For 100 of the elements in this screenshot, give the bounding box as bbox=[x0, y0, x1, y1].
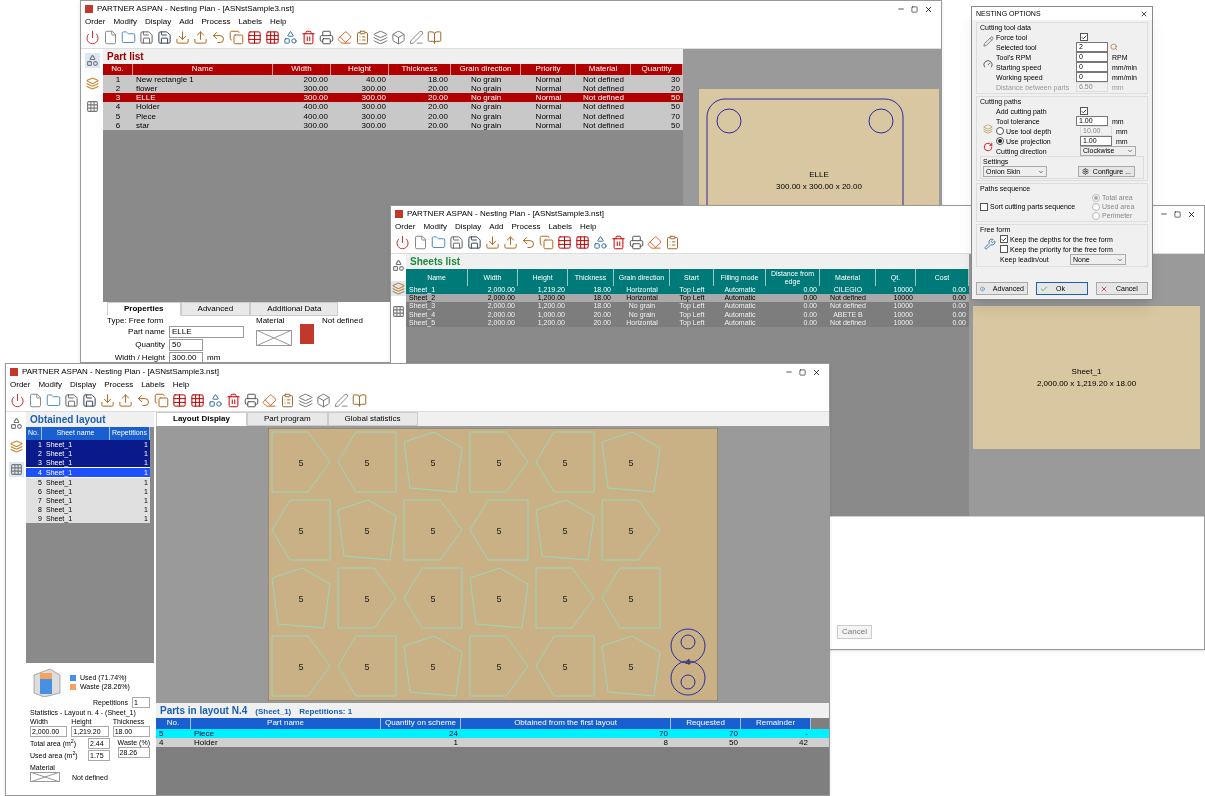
menu-item[interactable]: Order bbox=[85, 18, 106, 26]
undo-icon[interactable] bbox=[521, 235, 536, 250]
menu-item[interactable]: Process bbox=[104, 381, 134, 389]
parts-icon[interactable] bbox=[85, 54, 99, 67]
eraser-icon[interactable] bbox=[262, 393, 277, 408]
menu-item[interactable]: Process bbox=[511, 223, 541, 231]
copy-icon[interactable] bbox=[154, 393, 169, 408]
power-icon[interactable] bbox=[10, 393, 25, 408]
table-row[interactable]: 5 Piece 24 70 70 - bbox=[156, 728, 829, 738]
menu-item[interactable]: Add bbox=[179, 18, 194, 26]
table-row[interactable]: 4 Holder 1 8 50 42 bbox=[156, 738, 829, 748]
tab[interactable]: Global statistics bbox=[327, 412, 418, 426]
table-icon[interactable] bbox=[557, 235, 572, 250]
import-icon[interactable] bbox=[175, 30, 190, 45]
printer-icon[interactable] bbox=[629, 235, 644, 250]
menu-item[interactable]: Process bbox=[201, 18, 231, 26]
export-icon[interactable] bbox=[503, 235, 518, 250]
menu-item[interactable]: Order bbox=[10, 381, 31, 389]
pen-icon[interactable] bbox=[334, 393, 349, 408]
undo-icon[interactable] bbox=[211, 30, 226, 45]
layers-icon[interactable] bbox=[298, 393, 313, 408]
delete-icon[interactable] bbox=[226, 393, 241, 408]
undo-icon[interactable] bbox=[136, 393, 151, 408]
delete-icon[interactable] bbox=[611, 235, 626, 250]
layers-icon[interactable] bbox=[373, 30, 388, 45]
cancel-button[interactable]: Cancel bbox=[837, 625, 872, 639]
close-icon[interactable] bbox=[924, 4, 933, 14]
book-icon[interactable] bbox=[427, 30, 442, 45]
save-icon[interactable] bbox=[139, 30, 154, 45]
box-icon[interactable] bbox=[316, 393, 331, 408]
input-field[interactable]: ELLE bbox=[169, 326, 244, 338]
table-row[interactable]: 5 Piece 400.00 300.00 20.00 No grain Normal Not defined 70 bbox=[103, 111, 683, 121]
sheets-icon[interactable] bbox=[85, 77, 99, 90]
table-row[interactable]: 2 flower 300.00 300.00 20.00 No grain Normal Not defined 20 bbox=[103, 84, 683, 94]
tab[interactable]: Part program bbox=[246, 412, 328, 426]
menu-item[interactable]: Help bbox=[172, 381, 190, 389]
table-row[interactable]: 1 New rectangle 1 200.00 40.00 18.00 No grain Normal Not defined 30 bbox=[103, 74, 683, 84]
checkbox[interactable] bbox=[1000, 235, 1008, 243]
export-icon[interactable] bbox=[193, 30, 208, 45]
tab[interactable]: Additional Data bbox=[250, 302, 339, 316]
printer-icon[interactable] bbox=[244, 393, 259, 408]
shapes-icon[interactable] bbox=[283, 30, 298, 45]
menu-item[interactable]: Help bbox=[269, 18, 287, 26]
menu-item[interactable]: Modify bbox=[113, 18, 137, 26]
table-row[interactable]: 4 Holder 400.00 300.00 20.00 No grain Normal Not defined 50 bbox=[103, 102, 683, 112]
import-icon[interactable] bbox=[485, 235, 500, 250]
close-icon[interactable] bbox=[1140, 9, 1148, 18]
save-icon[interactable] bbox=[82, 393, 97, 408]
menu-item[interactable]: Labels bbox=[548, 223, 572, 231]
shapes-icon[interactable] bbox=[593, 235, 608, 250]
menu-item[interactable]: Display bbox=[70, 381, 97, 389]
document-icon[interactable] bbox=[413, 235, 428, 250]
menu-item[interactable]: Modify bbox=[38, 381, 62, 389]
tab[interactable]: Layout Display bbox=[156, 412, 247, 426]
copy-icon[interactable] bbox=[229, 30, 244, 45]
layout-icon[interactable] bbox=[85, 100, 99, 113]
power-icon[interactable] bbox=[85, 30, 100, 45]
save-icon[interactable] bbox=[467, 235, 482, 250]
copy-icon[interactable] bbox=[539, 235, 554, 250]
folder-icon[interactable] bbox=[431, 235, 446, 250]
maximize-icon[interactable] bbox=[1174, 210, 1181, 218]
import-icon[interactable] bbox=[100, 393, 115, 408]
clipboard-icon[interactable] bbox=[355, 30, 370, 45]
menu-item[interactable]: Display bbox=[455, 223, 482, 231]
power-icon[interactable] bbox=[395, 235, 410, 250]
tab[interactable]: Advanced bbox=[180, 302, 251, 316]
save-icon[interactable] bbox=[157, 30, 172, 45]
column-header[interactable]: Name bbox=[191, 65, 214, 74]
book-icon[interactable] bbox=[352, 393, 367, 408]
minimize-icon[interactable] bbox=[1160, 210, 1168, 218]
grid-icon[interactable] bbox=[265, 30, 280, 45]
pen-icon[interactable] bbox=[409, 30, 424, 45]
grid-icon[interactable] bbox=[190, 393, 205, 408]
save-icon[interactable] bbox=[64, 393, 79, 408]
folder-icon[interactable] bbox=[121, 30, 136, 45]
menu-item[interactable]: Labels bbox=[238, 18, 262, 26]
shapes-icon[interactable] bbox=[208, 393, 223, 408]
sheets-icon[interactable] bbox=[9, 440, 23, 453]
eraser-icon[interactable] bbox=[337, 30, 352, 45]
eraser-icon[interactable] bbox=[647, 235, 662, 250]
tab[interactable]: Properties bbox=[107, 302, 181, 316]
clipboard-icon[interactable] bbox=[280, 393, 295, 408]
checkbox[interactable] bbox=[1080, 33, 1088, 41]
column-header[interactable]: Part name bbox=[267, 719, 304, 728]
close-icon[interactable] bbox=[812, 367, 821, 377]
maximize-icon[interactable] bbox=[911, 5, 918, 13]
parts-icon[interactable] bbox=[392, 259, 405, 272]
checkbox[interactable] bbox=[1080, 107, 1088, 115]
maximize-icon[interactable] bbox=[799, 368, 806, 376]
table-icon[interactable] bbox=[172, 393, 187, 408]
printer-icon[interactable] bbox=[319, 30, 334, 45]
sheets-icon[interactable] bbox=[392, 282, 405, 295]
menu-item[interactable]: Help bbox=[579, 223, 597, 231]
menu-item[interactable]: Order bbox=[395, 223, 416, 231]
parts-icon[interactable] bbox=[9, 417, 23, 430]
menu-item[interactable]: Labels bbox=[141, 381, 165, 389]
save-icon[interactable] bbox=[449, 235, 464, 250]
delete-icon[interactable] bbox=[301, 30, 316, 45]
table-icon[interactable] bbox=[247, 30, 262, 45]
table-row[interactable]: 6 star 300.00 300.00 20.00 No grain Normal Not defined 50 bbox=[103, 120, 683, 130]
